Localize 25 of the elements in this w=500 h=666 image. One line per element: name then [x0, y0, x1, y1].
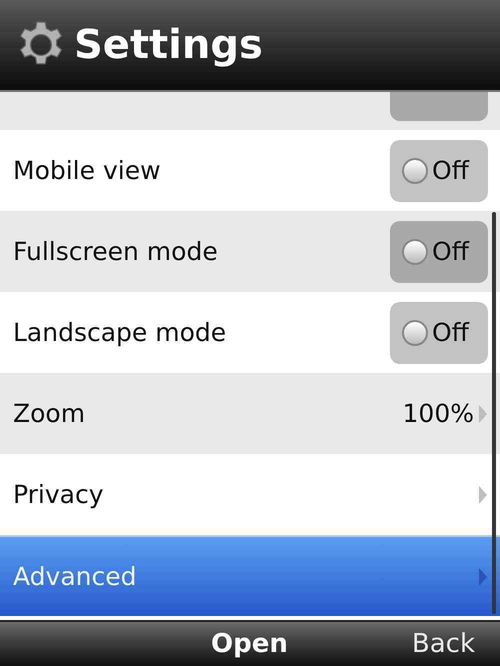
row-label: Advanced [13, 560, 138, 593]
settings-row[interactable]: Zoom 100% [0, 373, 500, 454]
back-softkey[interactable]: Back [412, 624, 475, 664]
settings-row[interactable]: Fullscreen mode Off [0, 211, 500, 292]
toggle-switch[interactable]: Off [390, 140, 488, 202]
chevron-right-icon [478, 404, 488, 424]
row-value: 100% [402, 398, 474, 430]
window-title: Settings [74, 25, 263, 65]
row-label: Privacy [13, 478, 105, 511]
chevron-right-icon [478, 484, 488, 504]
row-label: Mobile view [13, 154, 162, 187]
toggle-state: Off [432, 154, 469, 187]
toggle-switch[interactable]: Off [390, 302, 488, 364]
row-label: Zoom [13, 398, 86, 430]
radio-indicator [402, 238, 428, 264]
radio-indicator [402, 158, 428, 184]
toggle-state: Off [432, 316, 469, 349]
row-label: Fullscreen mode [13, 236, 219, 268]
toggle-switch[interactable]: Off [390, 220, 488, 282]
chevron-right-icon [478, 566, 488, 586]
row-label: Landscape mode [13, 316, 228, 349]
settings-row[interactable]: Advanced [0, 535, 500, 616]
radio-indicator [402, 320, 428, 346]
open-softkey[interactable]: Open [211, 624, 288, 664]
toggle-state: Off [432, 236, 469, 268]
